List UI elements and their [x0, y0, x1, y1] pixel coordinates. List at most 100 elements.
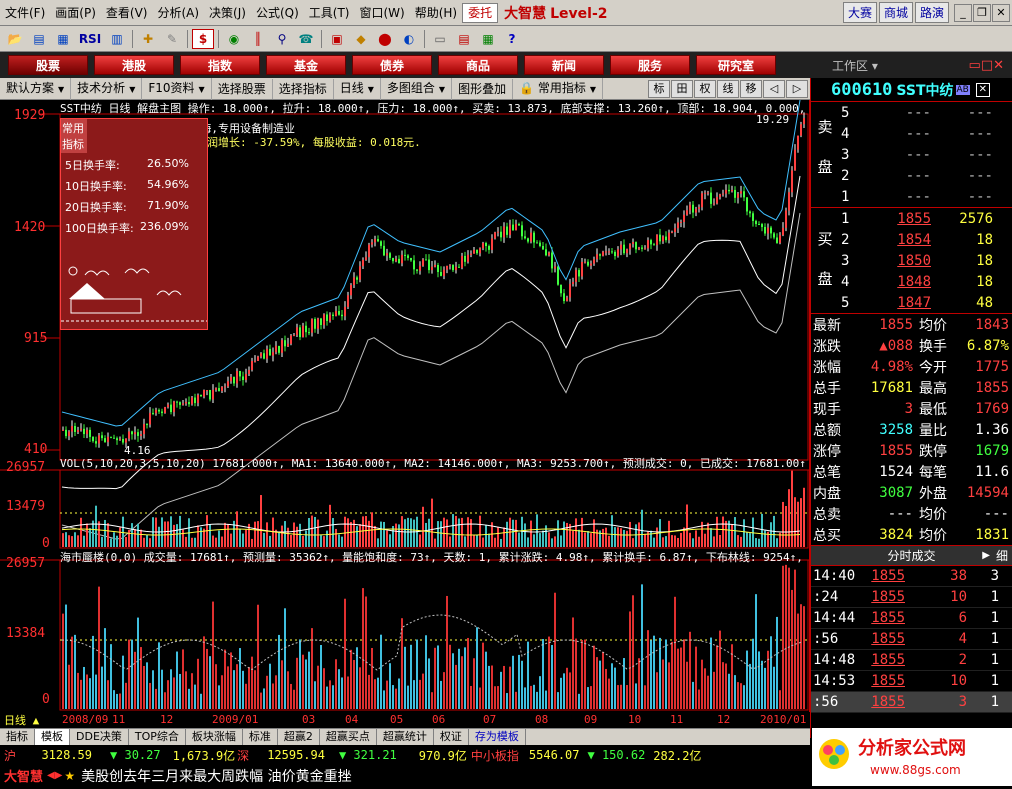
- nav-research[interactable]: 研究室: [696, 55, 776, 75]
- sz-index-label[interactable]: 深: [237, 747, 249, 764]
- select-stock-button[interactable]: 选择股票: [212, 78, 273, 99]
- overlay-button[interactable]: 图形叠加: [452, 78, 514, 99]
- signal-icon[interactable]: ⬤: [374, 29, 396, 49]
- save-template-button[interactable]: 存为模板: [469, 729, 526, 745]
- sh-index-label[interactable]: 沪: [4, 747, 16, 764]
- open-folder-icon[interactable]: 📂: [4, 29, 26, 49]
- buy-level[interactable]: 2 1854 18: [811, 229, 1012, 250]
- layout-icon[interactable]: ▦: [477, 29, 499, 49]
- tick-row[interactable]: 14:48 1855 2 1: [811, 650, 1012, 671]
- panel-controls-icon[interactable]: ▭□✕: [969, 58, 1004, 73]
- move-tool-button[interactable]: 移: [740, 79, 762, 98]
- buy-level[interactable]: 1 1855 2576: [811, 208, 1012, 229]
- menu-tools[interactable]: 工具(T): [304, 1, 355, 25]
- notes-icon[interactable]: ▤: [453, 29, 475, 49]
- common-indicator-dropdown[interactable]: 🔒 常用指标 ▼: [513, 77, 604, 100]
- contest-button[interactable]: 大赛: [842, 2, 877, 23]
- tab-dde[interactable]: DDE决策: [70, 729, 129, 745]
- menu-analysis[interactable]: 分析(A): [152, 1, 204, 25]
- tab-top[interactable]: TOP综合: [129, 729, 186, 745]
- tech-analysis-dropdown[interactable]: 技术分析 ▼: [71, 77, 143, 100]
- tick-row[interactable]: :24 1855 10 1: [811, 587, 1012, 608]
- crosshair-icon[interactable]: ✚: [137, 29, 159, 49]
- restore-icon[interactable]: ❐: [973, 3, 991, 22]
- minimize-icon[interactable]: _: [954, 3, 972, 22]
- line-tool-button[interactable]: 线: [717, 79, 739, 98]
- menu-help[interactable]: 帮助(H): [410, 1, 462, 25]
- sme-index-label[interactable]: 中小板指: [471, 747, 519, 764]
- nav-fund[interactable]: 基金: [266, 55, 346, 75]
- tab-template[interactable]: 模板: [35, 729, 70, 745]
- menu-window[interactable]: 窗口(W): [354, 1, 409, 25]
- sell-level[interactable]: 1 --- ---: [811, 186, 1012, 207]
- help-pointer-icon[interactable]: ?: [501, 29, 523, 49]
- period-dropdown[interactable]: 日线 ▼: [334, 77, 381, 100]
- tick-row[interactable]: 14:40 1855 38 3: [811, 566, 1012, 587]
- grid-tool-button[interactable]: 田: [671, 79, 693, 98]
- f10-dropdown[interactable]: F10资料 ▼: [142, 77, 212, 100]
- ruler-icon[interactable]: ✎: [161, 29, 183, 49]
- menu-decision[interactable]: 决策(J): [204, 1, 251, 25]
- back-tool-button[interactable]: ◁: [763, 79, 785, 98]
- tab-indicator-list[interactable]: 指标: [0, 729, 35, 745]
- tick-detail-button[interactable]: 细: [996, 546, 1008, 566]
- nav-index[interactable]: 指数: [180, 55, 260, 75]
- sell-level[interactable]: 3 --- ---: [811, 144, 1012, 165]
- buy-level[interactable]: 4 1848 18: [811, 271, 1012, 292]
- table-icon[interactable]: ▥: [106, 29, 128, 49]
- tick-row[interactable]: 14:53 1855 10 1: [811, 671, 1012, 692]
- candles-icon[interactable]: ◉: [223, 29, 245, 49]
- nav-hk[interactable]: 港股: [94, 55, 174, 75]
- news-prev-icon[interactable]: ◀▶: [47, 770, 62, 781]
- tab-standard[interactable]: 标准: [243, 729, 278, 745]
- grid-window-icon[interactable]: ▦: [52, 29, 74, 49]
- forward-tool-button[interactable]: ▷: [786, 79, 808, 98]
- close-panel-icon[interactable]: ✕: [975, 82, 990, 97]
- tab-warrant[interactable]: 权证: [434, 729, 469, 745]
- tick-play-icon[interactable]: ▶: [982, 546, 990, 566]
- rsi-icon[interactable]: RSI: [76, 29, 104, 49]
- tick-row[interactable]: :56 1855 4 1: [811, 629, 1012, 650]
- bars-icon[interactable]: ║: [247, 29, 269, 49]
- buy-level[interactable]: 5 1847 48: [811, 292, 1012, 313]
- mall-button[interactable]: 商城: [878, 2, 913, 23]
- menu-view[interactable]: 查看(V): [101, 1, 153, 25]
- sell-level[interactable]: 5 --- ---: [811, 102, 1012, 123]
- sell-level[interactable]: 4 --- ---: [811, 123, 1012, 144]
- tab-statistics[interactable]: 超赢统计: [377, 729, 434, 745]
- alert-icon[interactable]: ☎: [295, 29, 317, 49]
- tab-common[interactable]: 常用: [62, 120, 86, 136]
- rights-tool-button[interactable]: 权: [694, 79, 716, 98]
- menu-trade[interactable]: 委托: [462, 2, 499, 23]
- period-label[interactable]: 日线 ▲: [4, 712, 39, 728]
- multi-chart-dropdown[interactable]: 多图组合 ▼: [381, 77, 453, 100]
- roadshow-button[interactable]: 路演: [914, 2, 949, 23]
- diamond-icon[interactable]: ◆: [350, 29, 372, 49]
- buy-level[interactable]: 3 1850 18: [811, 250, 1012, 271]
- chart-window-icon[interactable]: ▤: [28, 29, 50, 49]
- mark-tool-button[interactable]: 标: [648, 79, 670, 98]
- menu-formula[interactable]: 公式(Q): [251, 1, 304, 25]
- nav-commodity[interactable]: 商品: [438, 55, 518, 75]
- workarea-dropdown[interactable]: 工作区 ▾: [832, 57, 878, 74]
- news-headline[interactable]: 美股创去年三月来最大周跌幅 油价黄金重挫: [81, 766, 351, 786]
- tab-sector-gain[interactable]: 板块涨幅: [186, 729, 243, 745]
- nav-stocks[interactable]: 股票: [8, 55, 88, 75]
- tick-row[interactable]: :56 1855 3 1: [811, 692, 1012, 713]
- scheme-dropdown[interactable]: 默认方案 ▼: [0, 77, 72, 100]
- nav-bond[interactable]: 债券: [352, 55, 432, 75]
- report-icon[interactable]: ▣: [326, 29, 348, 49]
- dollar-icon[interactable]: $: [192, 28, 214, 49]
- nav-news[interactable]: 新闻: [524, 55, 604, 75]
- close-icon[interactable]: ✕: [992, 3, 1010, 22]
- tick-row[interactable]: 14:44 1855 6 1: [811, 608, 1012, 629]
- menu-screen[interactable]: 画面(P): [50, 1, 101, 25]
- nav-service[interactable]: 服务: [610, 55, 690, 75]
- tab-buy-point[interactable]: 超赢买点: [320, 729, 377, 745]
- tab-indicator[interactable]: 指标: [62, 136, 86, 152]
- sell-level[interactable]: 2 --- ---: [811, 165, 1012, 186]
- tab-chaoying2[interactable]: 超赢2: [278, 729, 320, 745]
- globe-icon[interactable]: ◐: [398, 29, 420, 49]
- binoculars-icon[interactable]: ⚲: [271, 29, 293, 49]
- menu-file[interactable]: 文件(F): [0, 1, 50, 25]
